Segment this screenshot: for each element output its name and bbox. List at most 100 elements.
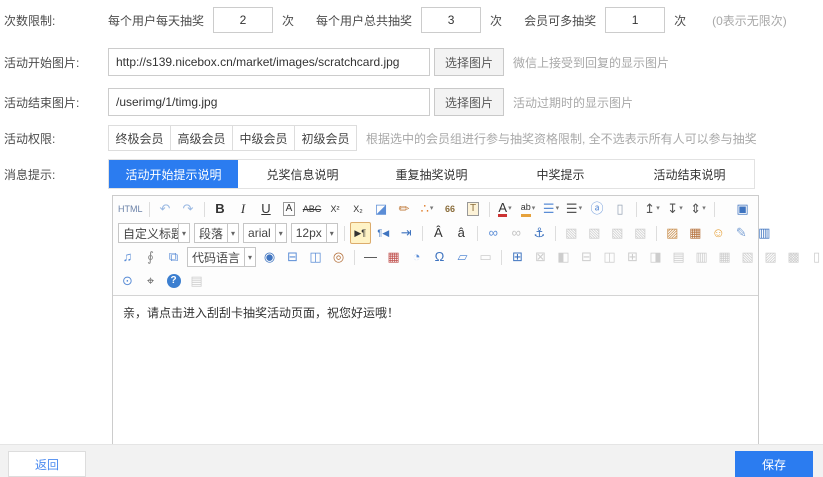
start-image-input[interactable]	[108, 48, 430, 76]
scrawl-icon[interactable]: ✎	[731, 222, 752, 244]
insert-time-icon[interactable]: ◔	[406, 246, 427, 268]
end-image-input[interactable]	[108, 88, 430, 116]
attachment-icon[interactable]: ∮	[140, 246, 161, 268]
image-manager-icon[interactable]: ▦	[685, 222, 706, 244]
insert-date-icon[interactable]: ▦	[383, 246, 404, 268]
custom-style-select[interactable]: 自定义标题▾	[118, 223, 190, 243]
save-button[interactable]: 保存	[735, 451, 813, 477]
delete-table-icon[interactable]: ⊠	[530, 246, 551, 268]
image-none-icon[interactable]: ▧	[561, 222, 582, 244]
merge-cells-icon[interactable]: ▤	[668, 246, 689, 268]
source-icon[interactable]: HTML	[117, 198, 144, 220]
special-chars-icon[interactable]: Ω	[429, 246, 450, 268]
insert-image-icon[interactable]: ▨	[662, 222, 683, 244]
insert-table-icon[interactable]: ⊞	[507, 246, 528, 268]
to-uppercase-icon[interactable]: Â	[428, 222, 449, 244]
insert-page-icon[interactable]: ⧉	[163, 246, 184, 268]
cleardoc-icon[interactable]: ▯	[610, 198, 631, 220]
background-icon[interactable]: ▭	[475, 246, 496, 268]
map-icon[interactable]: ◉	[259, 246, 280, 268]
editor-content[interactable]: 亲，请点击进入刮刮卡抽奖活动页面，祝您好运哦！	[113, 296, 758, 450]
image-left-icon[interactable]: ▧	[584, 222, 605, 244]
fontborder-icon[interactable]: A	[279, 198, 300, 220]
to-lowercase-icon[interactable]: â	[451, 222, 472, 244]
insert-frame-icon[interactable]: ◫	[305, 246, 326, 268]
superscript-icon[interactable]: X²	[325, 198, 346, 220]
line-height-icon[interactable]: ⇕▾	[688, 198, 709, 220]
preview-icon[interactable]: ⊙	[117, 270, 138, 292]
merge-right-icon[interactable]: ▥	[691, 246, 712, 268]
snapscreen-icon[interactable]: ◎	[328, 246, 349, 268]
total-limit-input[interactable]	[421, 7, 481, 33]
link-icon[interactable]: ∞	[483, 222, 504, 244]
delete-col-icon[interactable]: ◨	[645, 246, 666, 268]
code-language-select[interactable]: 代码语言▾	[187, 247, 256, 267]
unlink-icon[interactable]: ∞	[506, 222, 527, 244]
pasteplain-icon[interactable]: T	[463, 198, 484, 220]
start-image-pick-button[interactable]: 选择图片	[434, 48, 504, 76]
blockquote-icon[interactable]: 66	[440, 198, 461, 220]
backcolor-icon[interactable]: ab▾	[518, 198, 539, 220]
total-limit-group: 每个用户总共抽奖 次	[316, 7, 502, 33]
toolbar-separator	[555, 226, 556, 241]
table-title-icon[interactable]: ◧	[553, 246, 574, 268]
member-option-junior[interactable]: 初级会员	[294, 125, 357, 151]
tab-repeat-draw-note[interactable]: 重复抽奖说明	[367, 160, 496, 188]
tab-activity-end-note[interactable]: 活动结束说明	[625, 160, 754, 188]
fullscreen-icon[interactable]: ▣	[732, 198, 753, 220]
paste-icon[interactable]: ▤	[186, 270, 207, 292]
member-option-middle[interactable]: 中级会员	[232, 125, 295, 151]
member-extra-limit-input[interactable]	[605, 7, 665, 33]
insert-music-icon[interactable]: ♫	[117, 246, 138, 268]
forecolor-icon[interactable]: A▾	[495, 198, 516, 220]
font-size-select[interactable]: 12px▾	[291, 223, 338, 243]
italic-icon[interactable]: I	[233, 198, 254, 220]
direction-ltr-icon[interactable]: ▶¶	[350, 222, 371, 244]
pagebreak-icon[interactable]: ⊟	[282, 246, 303, 268]
search-replace-icon[interactable]: ⌖	[140, 270, 161, 292]
tab-win-prompt[interactable]: 中奖提示	[496, 160, 625, 188]
image-right-icon[interactable]: ▧	[630, 222, 651, 244]
edit-form-icon[interactable]: ▱	[452, 246, 473, 268]
tab-activity-start-note[interactable]: 活动开始提示说明	[109, 160, 238, 188]
paragraph-select[interactable]: 段落▾	[194, 223, 239, 243]
member-option-ultimate[interactable]: 终极会员	[108, 125, 171, 151]
formatmatch-icon[interactable]: ✏	[394, 198, 415, 220]
strikethrough-icon[interactable]: ABC	[302, 198, 323, 220]
autotypeset-icon[interactable]: ∴▾	[417, 198, 438, 220]
split-cells-icon[interactable]: ▩	[783, 246, 804, 268]
undo-icon[interactable]: ↶	[155, 198, 176, 220]
removeformat-icon[interactable]: ◪	[371, 198, 392, 220]
unordered-list-icon[interactable]: ☰▾	[564, 198, 585, 220]
bold-icon[interactable]: B	[210, 198, 231, 220]
underline-icon[interactable]: U	[256, 198, 277, 220]
split-rows-icon[interactable]: ▧	[737, 246, 758, 268]
split-cols-icon[interactable]: ▨	[760, 246, 781, 268]
insert-row-icon[interactable]: ⊟	[576, 246, 597, 268]
redo-icon[interactable]: ↷	[178, 198, 199, 220]
insert-col-icon[interactable]: ◫	[599, 246, 620, 268]
emotion-icon[interactable]: ☺	[708, 222, 729, 244]
table-doc-icon[interactable]: ▯	[806, 246, 823, 268]
direction-rtl-icon[interactable]: ¶◀	[373, 222, 394, 244]
anchor-icon[interactable]: ⓐ	[587, 198, 608, 220]
tab-redeem-info-note[interactable]: 兑奖信息说明	[238, 160, 367, 188]
ordered-list-icon[interactable]: ☰▾	[541, 198, 562, 220]
end-image-pick-button[interactable]: 选择图片	[434, 88, 504, 116]
insert-video-icon[interactable]: ▥	[754, 222, 775, 244]
end-image-label: 活动结束图片:	[4, 94, 108, 111]
rowspacing-bottom-icon[interactable]: ↧▾	[665, 198, 686, 220]
merge-down-icon[interactable]: ▦	[714, 246, 735, 268]
subscript-icon[interactable]: X₂	[348, 198, 369, 220]
insert-anchor-icon[interactable]: ⚓	[529, 222, 550, 244]
member-option-senior[interactable]: 高级会员	[170, 125, 233, 151]
delete-row-icon[interactable]: ⊞	[622, 246, 643, 268]
font-family-select[interactable]: arial▾	[243, 223, 287, 243]
daily-limit-input[interactable]	[213, 7, 273, 33]
rowspacing-top-icon[interactable]: ↥▾	[642, 198, 663, 220]
image-center-icon[interactable]: ▧	[607, 222, 628, 244]
help-icon[interactable]: ?	[163, 270, 184, 292]
indent-icon[interactable]: ⇥	[396, 222, 417, 244]
horizontal-rule-icon[interactable]: —	[360, 246, 381, 268]
back-button[interactable]: 返回	[8, 451, 86, 477]
